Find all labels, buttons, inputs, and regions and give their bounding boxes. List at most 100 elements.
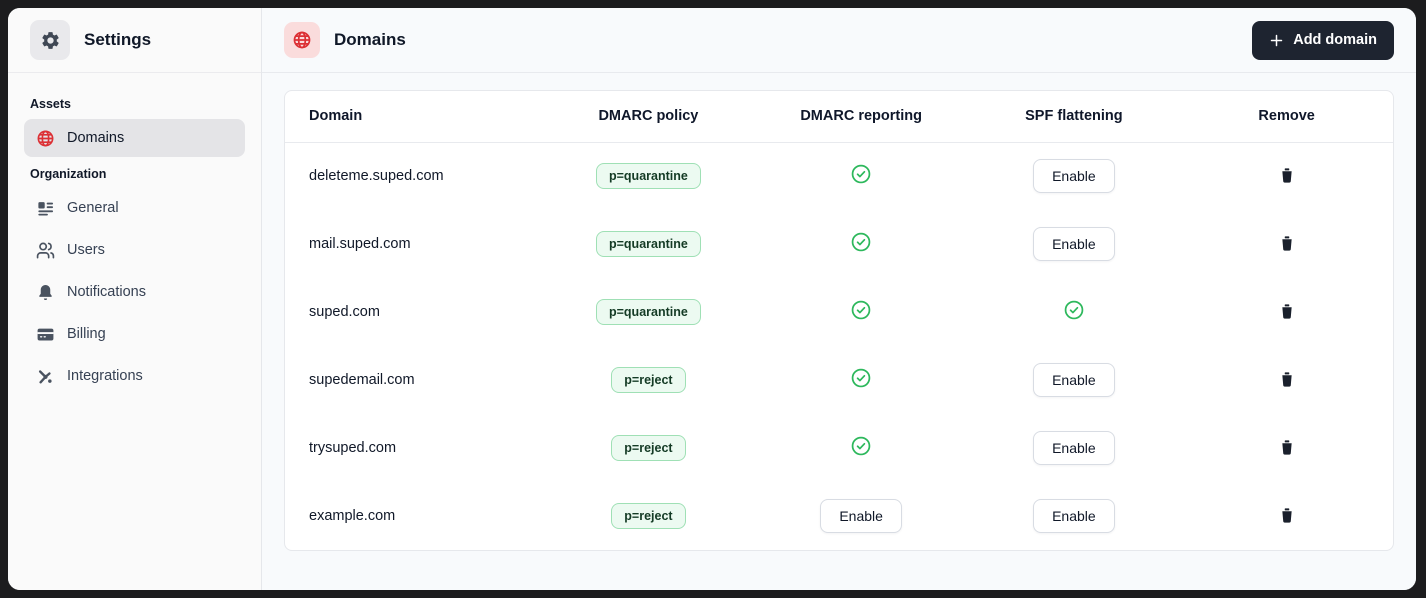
domain-name: mail.suped.com: [309, 236, 411, 252]
enabled-check-icon: [850, 367, 872, 389]
bell-icon: [39, 284, 52, 300]
main-header: Domains Add domain: [262, 8, 1416, 73]
dmarc-policy-cell: p=quarantine: [542, 210, 755, 278]
page-title: Domains: [334, 30, 406, 49]
domain-name: suped.com: [309, 304, 380, 320]
spf-flattening-cell: Enable: [968, 142, 1181, 210]
dmarc-policy-badge: p=reject: [611, 503, 686, 529]
enabled-check-icon: [850, 299, 872, 321]
domain-cell: mail.suped.com: [285, 210, 542, 278]
dmarc-reporting-cell: [755, 278, 968, 346]
enabled-check-icon: [850, 231, 872, 253]
enable-button[interactable]: Enable: [1033, 227, 1115, 261]
spf-flattening-cell: Enable: [968, 482, 1181, 550]
table-row: supedemail.com p=reject Enable: [285, 346, 1393, 414]
remove-cell: [1180, 278, 1393, 346]
column-header-dmarc-policy: DMARC policy: [542, 91, 755, 143]
remove-cell: [1180, 210, 1393, 278]
trash-icon: [1281, 440, 1292, 455]
table-row: suped.com p=quarantine: [285, 278, 1393, 346]
delete-domain-button[interactable]: [1274, 230, 1300, 257]
globe-icon: [293, 31, 311, 49]
enable-button[interactable]: Enable: [1033, 431, 1115, 465]
sidebar-nav: Assets Domains Organization General User…: [8, 73, 261, 413]
enable-button[interactable]: Enable: [1033, 159, 1115, 194]
domain-name: supedemail.com: [309, 372, 415, 388]
dmarc-reporting-cell: Enable: [755, 482, 968, 550]
sidebar-item-label: Notifications: [67, 284, 146, 300]
enabled-check-icon: [850, 435, 872, 457]
settings-icon-tile: [30, 20, 70, 60]
column-header-spf-flattening: SPF flattening: [967, 91, 1181, 143]
app-window: Settings Assets Domains Organization Gen…: [8, 8, 1416, 590]
remove-cell: [1180, 482, 1393, 550]
remove-cell: [1180, 346, 1393, 414]
column-header-remove: Remove: [1180, 91, 1393, 143]
trash-icon: [1281, 372, 1292, 387]
dmarc-reporting-cell: [755, 414, 968, 482]
sidebar-item-billing[interactable]: Billing: [24, 315, 245, 353]
domains-table-card: Domain DMARC policy DMARC reporting SPF …: [284, 90, 1394, 551]
dmarc-policy-cell: p=quarantine: [542, 142, 755, 210]
spf-flattening-cell: Enable: [968, 414, 1181, 482]
enable-button[interactable]: Enable: [1033, 499, 1115, 533]
sidebar-item-label: General: [67, 200, 119, 216]
trash-icon: [1281, 236, 1292, 251]
dmarc-policy-badge: p=reject: [611, 367, 686, 393]
enable-button[interactable]: Enable: [1033, 363, 1115, 397]
sidebar-item-general[interactable]: General: [24, 189, 245, 227]
sidebar-item-integrations[interactable]: Integrations: [24, 357, 245, 395]
remove-cell: [1180, 142, 1393, 210]
spf-flattening-cell: Enable: [968, 346, 1181, 414]
dmarc-policy-cell: p=quarantine: [542, 278, 755, 346]
column-header-dmarc-reporting: DMARC reporting: [754, 91, 968, 143]
users-icon: [36, 242, 55, 258]
table-row: example.com p=reject Enable Enable: [285, 482, 1393, 550]
dmarc-policy-cell: p=reject: [542, 414, 755, 482]
delete-domain-button[interactable]: [1274, 298, 1300, 325]
sidebar-item-label: Integrations: [67, 368, 143, 384]
delete-domain-button[interactable]: [1274, 502, 1300, 529]
dmarc-policy-cell: p=reject: [542, 346, 755, 414]
delete-domain-button[interactable]: [1274, 162, 1300, 189]
table-row: mail.suped.com p=quarantine Enable: [285, 210, 1393, 278]
domains-icon-tile: [284, 22, 320, 58]
domain-cell: supedemail.com: [285, 346, 542, 414]
sidebar-item-label: Users: [67, 242, 105, 258]
sidebar-header: Settings: [8, 8, 261, 73]
table-row: trysuped.com p=reject Enable: [285, 414, 1393, 482]
sidebar-item-domains[interactable]: Domains: [24, 119, 245, 157]
dmarc-policy-badge: p=reject: [611, 435, 686, 461]
domain-cell: suped.com: [285, 278, 542, 346]
table-row: deleteme.suped.com p=quarantine Enable: [285, 142, 1393, 210]
spf-flattening-cell: Enable: [968, 210, 1181, 278]
dmarc-reporting-cell: [755, 210, 968, 278]
gear-icon: [41, 31, 59, 49]
sidebar-item-users[interactable]: Users: [24, 231, 245, 269]
dmarc-policy-cell: p=reject: [542, 482, 755, 550]
column-header-domain: Domain: [285, 91, 543, 143]
trash-icon: [1281, 168, 1292, 183]
domain-cell: deleteme.suped.com: [285, 142, 542, 210]
sidebar-item-label: Billing: [67, 326, 106, 342]
general-icon: [38, 201, 54, 216]
enabled-check-icon: [850, 163, 872, 185]
domain-cell: trysuped.com: [285, 414, 542, 482]
add-domain-button[interactable]: Add domain: [1252, 20, 1394, 60]
enable-button[interactable]: Enable: [820, 499, 902, 533]
section-label-assets: Assets: [30, 97, 71, 111]
sidebar-item-label: Domains: [67, 130, 125, 146]
sidebar-title: Settings: [84, 30, 152, 49]
trash-icon: [1281, 304, 1292, 319]
dmarc-reporting-cell: [755, 346, 968, 414]
credit-card-icon: [37, 328, 54, 340]
delete-domain-button[interactable]: [1274, 366, 1300, 393]
sidebar-item-notifications[interactable]: Notifications: [24, 273, 245, 311]
remove-cell: [1180, 414, 1393, 482]
content-area: Domain DMARC policy DMARC reporting SPF …: [262, 73, 1416, 568]
dmarc-policy-badge: p=quarantine: [595, 299, 701, 325]
delete-domain-button[interactable]: [1274, 434, 1300, 461]
table-header-row: Domain DMARC policy DMARC reporting SPF …: [285, 91, 1393, 143]
sidebar: Settings Assets Domains Organization Gen…: [8, 8, 262, 590]
add-domain-button-label: Add domain: [1293, 32, 1377, 48]
